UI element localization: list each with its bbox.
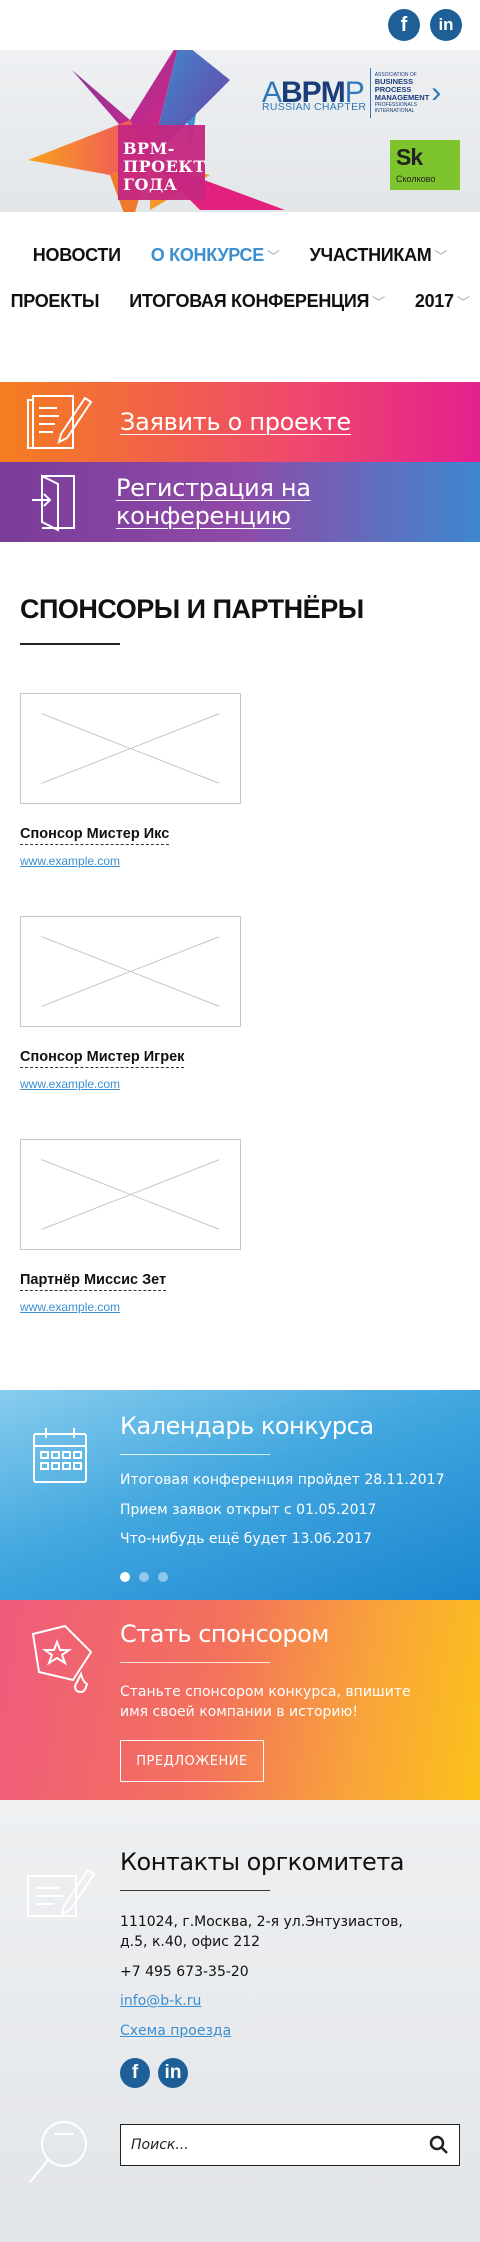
calendar-section: Календарь конкурса Итоговая конференция …	[0, 1390, 480, 1600]
title-line: ГОДА	[123, 175, 178, 194]
facebook-icon[interactable]: f	[120, 2058, 150, 2088]
apply-link[interactable]: Заявить о проекте	[120, 408, 351, 436]
abpmp-subtitle: RUSSIAN CHAPTER	[262, 101, 367, 113]
offer-button[interactable]: ПРЕДЛОЖЕНИЕ	[120, 1740, 264, 1782]
skolkovo-logo[interactable]: Sk Сколково	[390, 140, 460, 190]
chevron-right-icon: ›	[431, 76, 442, 109]
title-line: ПРОЕКТ	[123, 157, 206, 176]
badge-drop-icon	[25, 1622, 99, 1704]
image-placeholder	[20, 916, 241, 1027]
apply-banner[interactable]: Заявить о проекте	[0, 382, 480, 462]
sponsor-card: Спонсор Мистер Игрек www.example.com	[20, 916, 460, 1091]
site-header: BPM- ПРОЕКТ ГОДА ABPMP ASSOCIATION OF BU…	[0, 50, 480, 212]
sponsor-card: Партнёр Миссис Зет www.example.com	[20, 1139, 460, 1314]
calendar-event: Итоговая конференция пройдет 28.11.2017	[120, 1472, 445, 1488]
become-sponsor-section: Стать спонсором Станьте спонсором конкур…	[0, 1600, 480, 1800]
slider-dot[interactable]	[158, 1572, 168, 1582]
sponsor-name[interactable]: Спонсор Мистер Икс	[20, 826, 170, 845]
nav-row: НОВОСТИ О КОНКУРСЕ ﹀ УЧАСТНИКАМ ﹀	[0, 232, 480, 278]
slider-dot[interactable]	[139, 1572, 149, 1582]
section-title: Календарь конкурса	[120, 1412, 374, 1440]
door-enter-icon	[0, 470, 116, 534]
search-box	[120, 2124, 460, 2166]
sponsor-link[interactable]: www.example.com	[20, 854, 460, 868]
calendar-event: Что-нибудь ещё будет 13.06.2017	[120, 1531, 372, 1547]
chevron-down-icon: ﹀	[456, 294, 470, 310]
nav-item-projects[interactable]: ПРОЕКТЫ	[11, 291, 100, 312]
slider-dot-active[interactable]	[120, 1572, 130, 1582]
chevron-down-icon: ﹀	[434, 248, 448, 264]
nav-item-about[interactable]: О КОНКУРСЕ ﹀	[151, 245, 280, 266]
image-placeholder	[20, 1139, 241, 1250]
signature-pen-icon	[24, 1860, 96, 1928]
heading-underline	[20, 643, 120, 645]
route-map-link[interactable]: Схема проезда	[120, 2023, 231, 2039]
section-title: Стать спонсором	[120, 1620, 329, 1648]
main-nav: НОВОСТИ О КОНКУРСЕ ﹀ УЧАСТНИКАМ ﹀ ПРОЕКТЫ …	[0, 212, 480, 382]
abpmp-full-name: ASSOCIATION OF BUSINESS PROCESS MANAGEME…	[369, 68, 429, 118]
calendar-icon	[30, 1424, 90, 1490]
footer-social: f in	[120, 2058, 188, 2088]
form-pencil-icon	[0, 390, 120, 454]
title-line: BPM-	[123, 139, 175, 158]
abpmp-logo[interactable]: ABPMP ASSOCIATION OF BUSINESS PROCESS MA…	[262, 68, 441, 118]
title-underline	[120, 1662, 270, 1663]
section-heading: СПОНСОРЫ И ПАРТНЁРЫ	[20, 594, 364, 624]
title-underline	[120, 1890, 270, 1891]
slider-dots	[120, 1572, 168, 1582]
contest-title: BPM- ПРОЕКТ ГОДА	[123, 140, 206, 194]
sponsors-section: СПОНСОРЫ И ПАРТНЁРЫ Спонсор Мистер Икс w…	[0, 542, 480, 1390]
linkedin-icon[interactable]: in	[158, 2058, 188, 2088]
calendar-event: Прием заявок открыт с 01.05.2017	[120, 1502, 377, 1518]
phone-text: +7 495 673-35-20	[120, 1964, 249, 1980]
search-icon[interactable]	[429, 2135, 449, 2155]
sponsor-link[interactable]: www.example.com	[20, 1300, 460, 1314]
nav-item-participants[interactable]: УЧАСТНИКАМ ﹀	[310, 245, 448, 266]
top-social-bar: f in	[0, 0, 480, 50]
title-underline	[120, 1454, 270, 1455]
register-banner[interactable]: Регистрация на конференцию	[0, 462, 480, 542]
nav-item-conference[interactable]: ИТОГОВАЯ КОНФЕРЕНЦИЯ ﹀	[129, 291, 385, 312]
nav-row: ПРОЕКТЫ ИТОГОВАЯ КОНФЕРЕНЦИЯ ﹀ 2017 ﹀	[0, 278, 480, 324]
sponsor-description: Станьте спонсором конкурса, впишите имя …	[120, 1684, 411, 1720]
address-text: 111024, г.Москва, 2-я ул.Энтузиастов, д.…	[120, 1914, 403, 1950]
skolkovo-mark: Sk	[396, 144, 423, 170]
nav-item-news[interactable]: НОВОСТИ	[33, 245, 121, 266]
contacts-section: Контакты оргкомитета 111024, г.Москва, 2…	[0, 1800, 480, 2242]
sponsor-name[interactable]: Спонсор Мистер Игрек	[20, 1049, 185, 1068]
linkedin-icon[interactable]: in	[430, 9, 462, 41]
sponsor-name[interactable]: Партнёр Миссис Зет	[20, 1272, 167, 1291]
sponsor-link[interactable]: www.example.com	[20, 1077, 460, 1091]
search-input[interactable]	[131, 2137, 429, 2153]
skolkovo-label: Сколково	[396, 174, 436, 184]
email-link[interactable]: info@b-k.ru	[120, 1993, 201, 2009]
facebook-icon[interactable]: f	[388, 9, 420, 41]
register-link[interactable]: Регистрация на конференцию	[116, 474, 480, 530]
sponsor-card: Спонсор Мистер Икс www.example.com	[20, 693, 460, 868]
chevron-down-icon: ﹀	[372, 294, 385, 310]
chevron-down-icon: ﹀	[266, 248, 280, 264]
image-placeholder	[20, 693, 241, 804]
magnifier-decor-icon	[24, 2116, 94, 2192]
section-title: Контакты оргкомитета	[120, 1848, 405, 1876]
nav-item-year[interactable]: 2017 ﹀	[415, 291, 470, 312]
